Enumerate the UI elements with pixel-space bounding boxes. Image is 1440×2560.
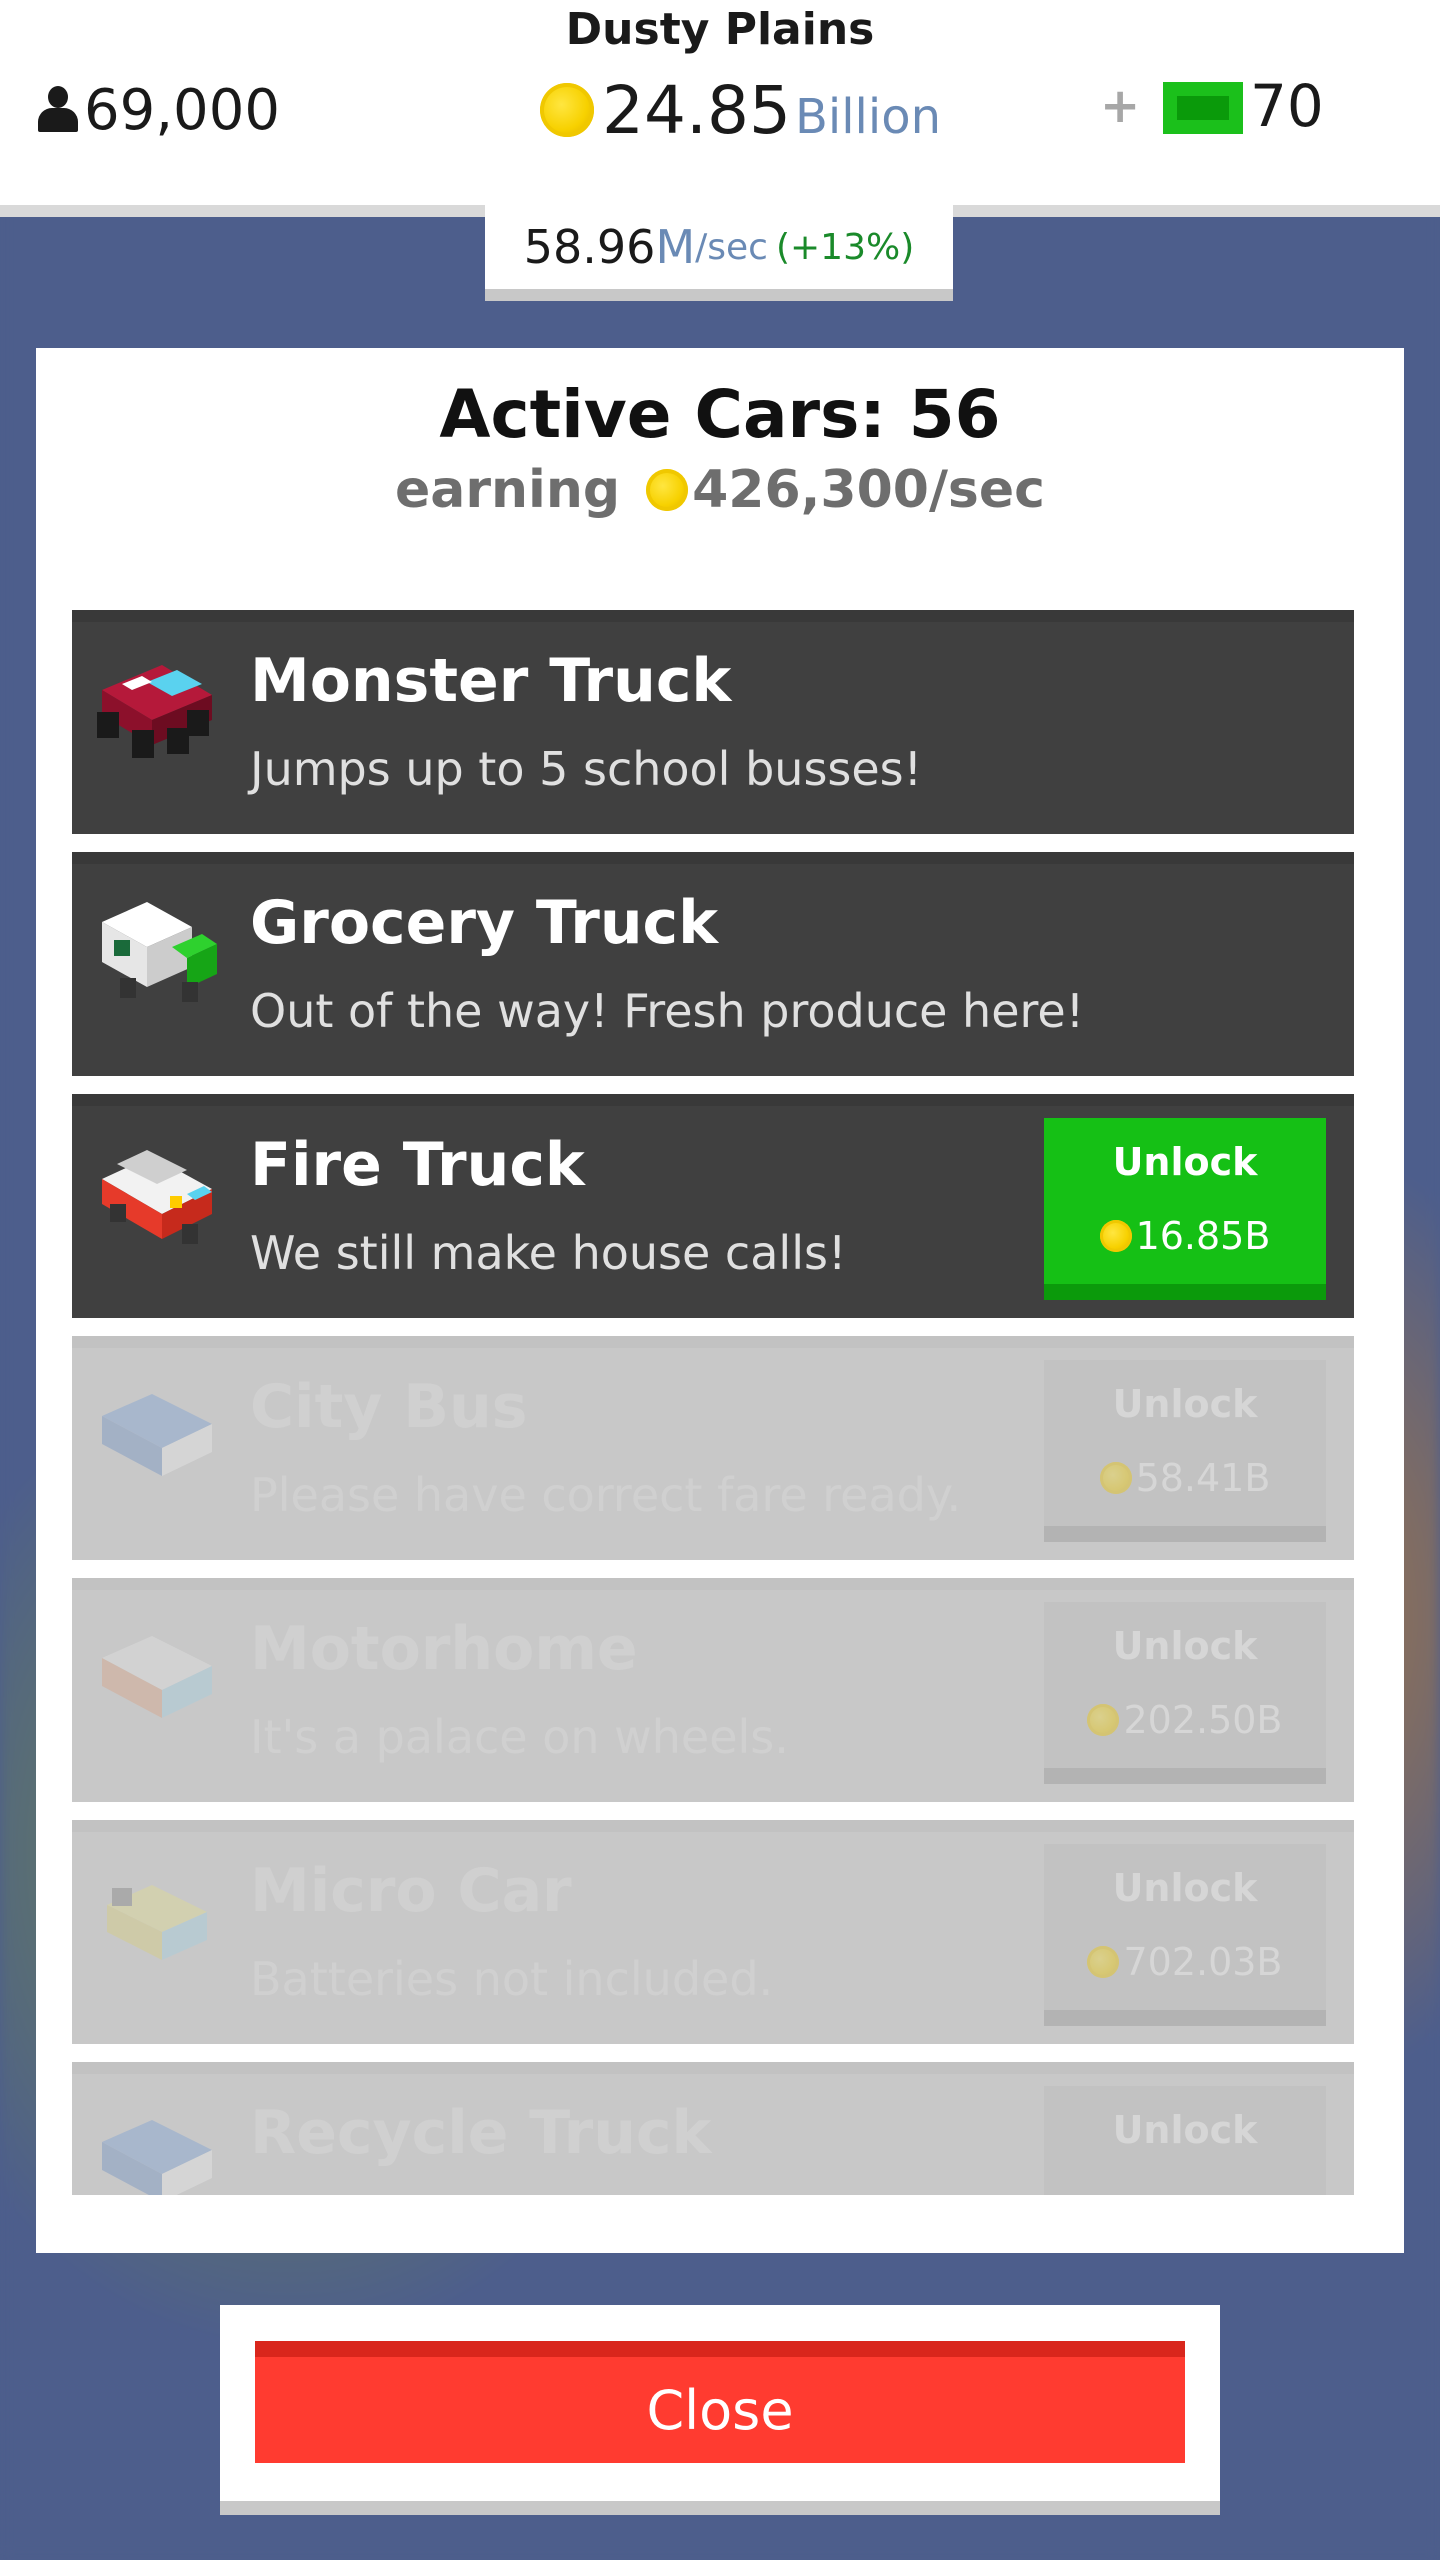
coin-icon: [1087, 1946, 1120, 1978]
unlock-button-micro-car: Unlock 702.03B: [1044, 1844, 1326, 2026]
car-name: Micro Car: [250, 1856, 572, 1926]
car-name: City Bus: [250, 1372, 528, 1442]
unlock-button-motorhome: Unlock 202.50B: [1044, 1602, 1326, 1784]
close-button-frame: Close: [220, 2305, 1220, 2515]
rate-per: /sec: [695, 226, 768, 268]
car-description: Batteries not included.: [250, 1952, 774, 2006]
price-value: 202.50B: [1123, 1698, 1283, 1742]
car-row-city-bus: City Bus Please have correct fare ready.…: [72, 1336, 1354, 1560]
unlock-label: Unlock: [1112, 1624, 1258, 1668]
car-name: Recycle Truck: [250, 2098, 712, 2168]
car-description: It's a palace on wheels.: [250, 1710, 789, 1764]
car-row-fire-truck[interactable]: Fire Truck We still make house calls! Un…: [72, 1094, 1354, 1318]
car-row-motorhome: Motorhome It's a palace on wheels. Unloc…: [72, 1578, 1354, 1802]
money-value: 24.85: [602, 71, 791, 149]
coin-icon: [540, 83, 594, 137]
population-value: 69,000: [84, 77, 280, 143]
close-label: Close: [646, 2378, 794, 2442]
add-gems-button[interactable]: +: [1100, 78, 1140, 134]
price-value: 16.85B: [1135, 1214, 1271, 1258]
level-name: Dusty Plains: [565, 4, 875, 55]
unlock-label: Unlock: [1112, 1140, 1258, 1184]
earning-line: earning 426,300/sec: [36, 460, 1404, 520]
money-counter: 24.85 Billion: [540, 70, 941, 150]
unlock-label: Unlock: [1112, 2108, 1258, 2152]
car-description: Out of the way! Fresh produce here!: [250, 984, 1085, 1038]
earning-value: 426,300/sec: [692, 460, 1045, 520]
unlock-button-fire-truck[interactable]: Unlock 16.85B: [1044, 1118, 1326, 1300]
car-name: Motorhome: [250, 1614, 638, 1684]
gems-value: 70: [1250, 72, 1324, 140]
unlock-button-recycle-truck: Unlock: [1044, 2086, 1326, 2195]
unlock-button-city-bus: Unlock 58.41B: [1044, 1360, 1326, 1542]
car-row-micro-car: Micro Car Batteries not included. Unlock…: [72, 1820, 1354, 2044]
unlock-price: 58.41B: [1044, 1456, 1326, 1500]
price-value: 702.03B: [1123, 1940, 1283, 1984]
person-icon: [38, 86, 78, 134]
car-row-recycle-truck: Recycle Truck Unlock: [72, 2062, 1354, 2195]
earning-label: earning: [395, 460, 621, 520]
car-row-grocery-truck[interactable]: Grocery Truck Out of the way! Fresh prod…: [72, 852, 1354, 1076]
income-rate: 58.96 M /sec (+13%): [485, 205, 953, 301]
fire-truck-icon: [102, 1150, 212, 1244]
rate-unit: M: [655, 220, 696, 274]
panel-title: Active Cars: 56: [439, 376, 1001, 453]
city-bus-icon: [102, 1394, 212, 1476]
car-list[interactable]: Monster Truck Jumps up to 5 school busse…: [72, 610, 1354, 2195]
coin-icon: [1087, 1704, 1120, 1736]
coin-icon: [1099, 1462, 1132, 1494]
close-button[interactable]: Close: [255, 2341, 1185, 2463]
recycle-truck-icon: [102, 2120, 212, 2195]
rate-bonus: (+13%): [775, 226, 915, 268]
car-name: Monster Truck: [250, 646, 732, 716]
cash-icon[interactable]: [1163, 82, 1243, 134]
unlock-label: Unlock: [1112, 1382, 1258, 1426]
car-name: Grocery Truck: [250, 888, 719, 958]
car-description: Jumps up to 5 school busses!: [250, 742, 923, 796]
unlock-price: 16.85B: [1044, 1214, 1326, 1258]
micro-car-icon: [107, 1885, 207, 1960]
coin-icon: [646, 469, 689, 511]
rate-value: 58.96: [523, 220, 656, 274]
money-unit: Billion: [794, 89, 942, 145]
unlock-price: 702.03B: [1044, 1940, 1326, 1984]
car-row-monster-truck[interactable]: Monster Truck Jumps up to 5 school busse…: [72, 610, 1354, 834]
top-bar: Dusty Plains 69,000 24.85 Billion + 70: [0, 0, 1440, 217]
motorhome-icon: [102, 1636, 212, 1718]
cars-panel: Active Cars: 56 earning 426,300/sec Mons…: [36, 348, 1404, 2253]
price-value: 58.41B: [1135, 1456, 1271, 1500]
unlock-label: Unlock: [1112, 1866, 1258, 1910]
population-counter: 69,000: [38, 70, 280, 150]
unlock-price: 202.50B: [1044, 1698, 1326, 1742]
grocery-truck-icon: [102, 902, 217, 1002]
car-name: Fire Truck: [250, 1130, 585, 1200]
monster-truck-icon: [97, 665, 212, 758]
coin-icon: [1099, 1220, 1132, 1252]
car-description: Please have correct fare ready.: [250, 1468, 962, 1522]
car-description: We still make house calls!: [250, 1226, 847, 1280]
